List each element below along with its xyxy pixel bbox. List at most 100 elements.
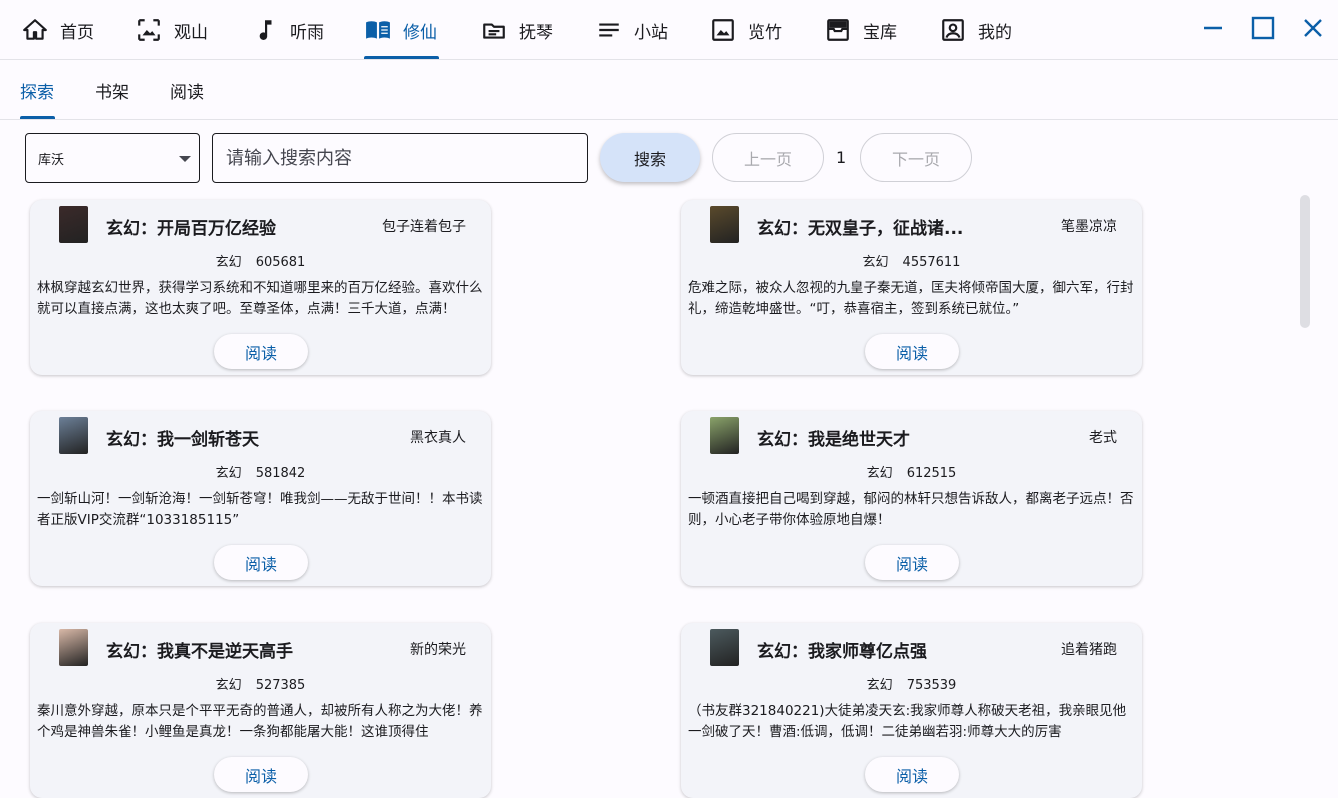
book-intro: 秦川意外穿越，原本只是个平平无奇的普通人，却被所有人称之为大佬！养个鸡是神兽朱雀… xyxy=(37,703,483,740)
book-kind: 玄幻 xyxy=(215,255,242,270)
minimize-icon xyxy=(1202,17,1224,43)
search-input[interactable] xyxy=(212,133,588,183)
close-button[interactable] xyxy=(1295,12,1331,48)
tab-reading[interactable]: 阅读 xyxy=(170,60,204,120)
book-card[interactable]: 玄幻：无双皇子，征战诸... 笔墨凉凉 玄幻 4557611 危难之际，被众人忽视… xyxy=(681,200,1142,375)
nav-item-baoku[interactable]: 宝库 xyxy=(825,0,897,60)
home-icon xyxy=(22,17,48,43)
nav-item-label: 观山 xyxy=(174,22,208,43)
read-button[interactable]: 阅读 xyxy=(214,545,308,580)
list-icon xyxy=(596,17,622,43)
nav-item-wode[interactable]: 我的 xyxy=(940,0,1012,60)
nav-item-xiaozhan[interactable]: 小站 xyxy=(596,0,668,60)
book-meta: 玄幻 4557611 xyxy=(681,251,1142,270)
book-title: 玄幻：我一剑斩苍天 xyxy=(106,430,259,450)
book-kind: 玄幻 xyxy=(215,466,242,481)
book-meta: 玄幻 612515 xyxy=(681,462,1142,481)
book-kind: 玄幻 xyxy=(866,678,893,693)
nav-item-guanshan[interactable]: 观山 xyxy=(136,0,208,60)
maximize-icon xyxy=(1251,16,1275,44)
nav-item-lanzhu[interactable]: 览竹 xyxy=(710,0,782,60)
account-box-icon xyxy=(940,17,966,43)
book-intro: （书友群321840221)大徒弟凌天玄:我家师尊人称破天老祖，我亲眼见他一剑破… xyxy=(688,703,1127,740)
read-button[interactable]: 阅读 xyxy=(214,757,308,792)
book-author: 新的荣光 xyxy=(410,642,466,658)
book-author: 笔墨凉凉 xyxy=(1061,219,1117,235)
tab-explore[interactable]: 探索 xyxy=(20,60,54,120)
active-nav-indicator xyxy=(364,56,439,59)
article-icon xyxy=(481,17,507,43)
book-title: 玄幻：我家师尊亿点强 xyxy=(757,642,927,662)
tab-bookshelf[interactable]: 书架 xyxy=(95,60,129,120)
nav-item-tingyu[interactable]: 听雨 xyxy=(252,0,324,60)
book-kind: 玄幻 xyxy=(866,466,893,481)
nav-item-label: 首页 xyxy=(60,22,94,43)
book-card[interactable]: 玄幻：我真不是逆天高手 新的荣光 玄幻 527385 秦川意外穿越，原本只是个平平… xyxy=(30,623,491,798)
top-navigation-bar: 首页 观山 听雨 修仙 抚琴 小站 览竹 宝库 我的 xyxy=(0,0,1338,60)
close-icon xyxy=(1302,17,1324,43)
nav-item-label: 览竹 xyxy=(748,22,782,43)
book-card[interactable]: 玄幻：我一剑斩苍天 黑衣真人 玄幻 581842 一剑斩山河！一剑斩沧海！一剑斩苍… xyxy=(30,411,491,586)
prev-page-button[interactable]: 上一页 xyxy=(712,133,824,182)
book-intro: 一剑斩山河！一剑斩沧海！一剑斩苍穹！唯我剑——无敌于世间！！本书读者正版VIP交… xyxy=(37,491,483,528)
book-meta: 玄幻 527385 xyxy=(30,674,491,693)
book-title: 玄幻：我真不是逆天高手 xyxy=(106,642,293,662)
next-page-button[interactable]: 下一页 xyxy=(860,133,972,182)
book-author: 老式 xyxy=(1089,430,1117,446)
dropdown-arrow-icon xyxy=(179,156,191,162)
read-button[interactable]: 阅读 xyxy=(865,757,959,792)
book-cover xyxy=(59,206,88,243)
nav-item-label: 我的 xyxy=(978,22,1012,43)
book-intro: 一顿酒直接把自己喝到穿越，郁闷的林轩只想告诉敌人，都离老子远点！否则，小心老子带… xyxy=(688,491,1134,528)
read-button[interactable]: 阅读 xyxy=(865,334,959,369)
book-count: 581842 xyxy=(255,466,306,481)
active-tab-indicator xyxy=(20,116,55,119)
book-card[interactable]: 玄幻：我是绝世天才 老式 玄幻 612515 一顿酒直接把自己喝到穿越，郁闷的林轩… xyxy=(681,411,1142,586)
book-open-icon xyxy=(365,17,391,43)
book-intro: 危难之际，被众人忽视的九皇子秦无道，匡夫将倾帝国大厦，御六军，行封礼，缔造乾坤盛… xyxy=(688,280,1134,317)
book-cover xyxy=(710,417,739,454)
source-select-value: 库沃 xyxy=(38,152,65,168)
maximize-button[interactable] xyxy=(1245,12,1281,48)
book-cover xyxy=(59,417,88,454)
page-number: 1 xyxy=(836,148,847,167)
book-author: 追着猪跑 xyxy=(1061,642,1117,658)
book-kind: 玄幻 xyxy=(862,255,889,270)
book-card[interactable]: 玄幻：开局百万亿经验 包子连着包子 玄幻 605681 林枫穿越玄幻世界，获得学习… xyxy=(30,200,491,375)
book-meta: 玄幻 581842 xyxy=(30,462,491,481)
book-author: 黑衣真人 xyxy=(410,430,466,446)
nav-item-fuqin[interactable]: 抚琴 xyxy=(481,0,553,60)
nav-item-label: 修仙 xyxy=(403,22,437,43)
read-button[interactable]: 阅读 xyxy=(214,334,308,369)
book-count: 753539 xyxy=(906,678,957,693)
book-meta: 玄幻 753539 xyxy=(681,674,1142,693)
nav-item-label: 抚琴 xyxy=(519,22,553,43)
image-icon xyxy=(710,17,736,43)
book-intro: 林枫穿越玄幻世界，获得学习系统和不知道哪里来的百万亿经验。喜欢什么就可以直接点满… xyxy=(37,280,483,317)
source-select[interactable]: 库沃 xyxy=(25,133,200,183)
nav-item-label: 听雨 xyxy=(290,22,324,43)
read-button[interactable]: 阅读 xyxy=(865,545,959,580)
nav-item-label: 宝库 xyxy=(863,22,897,43)
book-cover xyxy=(710,629,739,666)
sub-tab-bar: 探索 书架 阅读 xyxy=(0,60,1338,120)
scrollbar-thumb[interactable] xyxy=(1300,195,1310,328)
book-author: 包子连着包子 xyxy=(382,219,466,235)
book-count: 605681 xyxy=(255,255,306,270)
book-card[interactable]: 玄幻：我家师尊亿点强 追着猪跑 玄幻 753539 （书友群321840221)大… xyxy=(681,623,1142,798)
book-count: 527385 xyxy=(255,678,306,693)
book-title: 玄幻：无双皇子，征战诸... xyxy=(757,219,964,239)
book-count: 612515 xyxy=(906,466,957,481)
nav-item-label: 小站 xyxy=(634,22,668,43)
book-count: 4557611 xyxy=(902,255,961,270)
nav-item-xiuxian[interactable]: 修仙 xyxy=(365,0,437,60)
nav-item-home[interactable]: 首页 xyxy=(22,0,94,60)
book-kind: 玄幻 xyxy=(215,678,242,693)
book-title: 玄幻：开局百万亿经验 xyxy=(106,219,276,239)
inbox-icon xyxy=(825,17,851,43)
book-meta: 玄幻 605681 xyxy=(30,251,491,270)
minimize-button[interactable] xyxy=(1195,12,1231,48)
search-button[interactable]: 搜索 xyxy=(600,133,700,182)
music-note-icon xyxy=(252,17,278,43)
book-title: 玄幻：我是绝世天才 xyxy=(757,430,910,450)
